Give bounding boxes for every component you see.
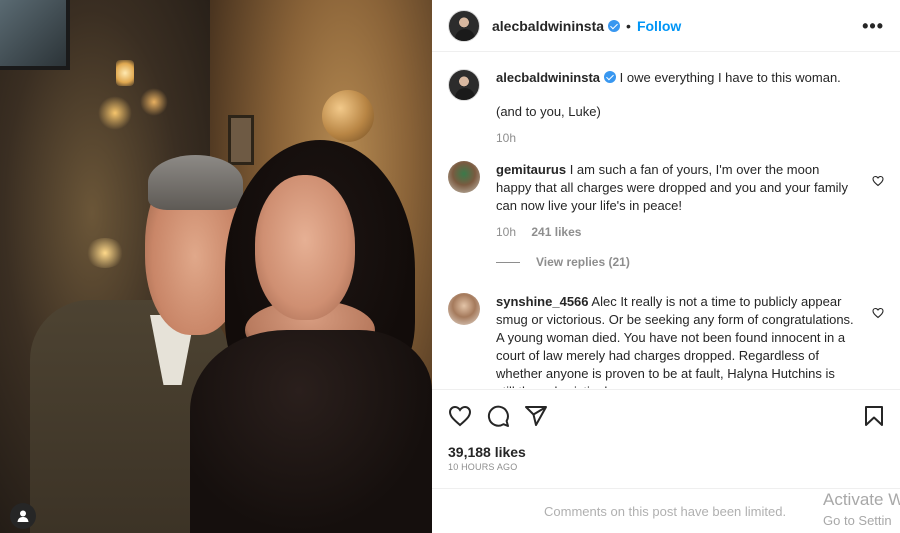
view-replies-label: View replies (21) (536, 255, 630, 269)
photo-light (85, 238, 125, 268)
photo-man-hair (148, 155, 243, 210)
photo-light (98, 96, 132, 130)
photo-light (140, 88, 168, 116)
caption-username[interactable]: alecbaldwininsta (496, 70, 600, 85)
author-avatar[interactable] (448, 69, 480, 101)
send-icon[interactable] (524, 404, 548, 428)
commenter-username[interactable]: gemitaurus (496, 162, 566, 177)
comment-heart-icon[interactable] (872, 175, 884, 187)
comment-likes[interactable]: 241 likes (531, 225, 581, 239)
heart-icon[interactable] (448, 404, 472, 428)
author-avatar[interactable] (448, 9, 480, 42)
caption-text-block: alecbaldwininsta I owe everything I have… (496, 69, 856, 147)
post-caption: alecbaldwininsta I owe everything I have… (448, 69, 884, 147)
verified-badge-icon (604, 71, 617, 83)
activate-watermark-sub: Go to Settin (823, 513, 892, 528)
comment-icon[interactable] (486, 404, 510, 428)
post-time: 10 HOURS AGO (448, 462, 518, 472)
photo-balloon (322, 90, 374, 142)
photo-picture-frame (228, 115, 254, 165)
caption-time: 10h (496, 131, 517, 145)
comment-text-block: synshine_4566 Alec It really is not a ti… (496, 293, 856, 388)
comment-heart-icon[interactable] (872, 307, 884, 319)
post-side-panel: alecbaldwininsta • Follow ••• alecbaldwi… (432, 0, 900, 533)
likes-count[interactable]: 39,188 likes (448, 444, 526, 460)
photo-woman-face (255, 175, 355, 320)
comments-list[interactable]: alecbaldwininsta I owe everything I have… (432, 53, 900, 388)
post-header: alecbaldwininsta • Follow ••• (432, 0, 900, 52)
photo-woman-dress (190, 330, 432, 533)
commenter-username[interactable]: synshine_4566 (496, 294, 589, 309)
user-tag-icon[interactable] (10, 503, 36, 529)
view-replies-button[interactable]: View replies (21) (496, 255, 630, 269)
separator-dot: • (626, 17, 631, 34)
author-username[interactable]: alecbaldwininsta (492, 18, 604, 34)
comment-item: gemitaurus I am such a fan of yours, I'm… (448, 161, 884, 241)
comment-time: 10h (496, 225, 517, 239)
bookmark-icon[interactable] (862, 404, 886, 428)
post-photo[interactable] (0, 0, 432, 533)
caption-text: I owe everything I have to this woman. (619, 70, 841, 85)
comment-item: synshine_4566 Alec It really is not a ti… (448, 293, 884, 388)
commenter-avatar[interactable] (448, 293, 480, 325)
caption-line2: (and to you, Luke) (496, 104, 601, 119)
more-options-icon[interactable]: ••• (862, 16, 884, 37)
photo-lamp (116, 60, 134, 86)
photo-window (0, 0, 70, 70)
verified-badge-icon (608, 19, 621, 32)
replies-divider (496, 261, 520, 263)
commenter-avatar[interactable] (448, 161, 480, 193)
comment-meta: 10h 241 likes (496, 223, 856, 241)
follow-button[interactable]: Follow (637, 18, 681, 34)
activate-watermark: Activate W (823, 490, 900, 509)
post-actions-bar (432, 389, 900, 441)
comment-text-block: gemitaurus I am such a fan of yours, I'm… (496, 161, 856, 241)
